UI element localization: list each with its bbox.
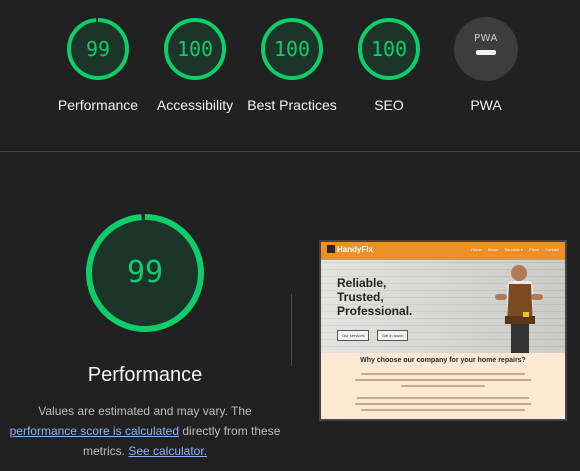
hammer-icon	[327, 245, 335, 253]
gauge-score: 100	[273, 37, 311, 61]
pwa-badge-text: PWA	[474, 33, 498, 44]
gauge-accessibility[interactable]: 100 Accessibility	[145, 8, 245, 115]
text-line	[401, 385, 485, 387]
gauge-label: Accessibility	[156, 97, 234, 113]
gauge-performance[interactable]: 99 Performance	[48, 8, 148, 115]
gauge-ring: 100	[260, 17, 324, 81]
gauge-ring: 100	[357, 17, 421, 81]
gauge-ring: 99	[66, 17, 130, 81]
gauge-label: PWA	[470, 97, 502, 113]
site-nav-link: About	[487, 247, 499, 252]
pwa-badge-icon: PWA	[454, 17, 518, 81]
hero-buttons: Our services Get in touch	[337, 324, 411, 342]
site-body: Why choose our company for your home rep…	[321, 353, 565, 419]
performance-gauge: 99	[85, 213, 205, 333]
hero-line: Professional.	[337, 304, 413, 318]
gauge-best-practices[interactable]: 100 Best Practices	[242, 8, 342, 115]
desc-text: Values are estimated and may vary. The	[38, 404, 252, 418]
gauge-score: 99	[85, 37, 111, 61]
gauge-label: Best Practices	[247, 97, 337, 113]
worker-image	[495, 265, 543, 353]
site-nav-link: Home	[471, 247, 482, 252]
site-logo: HandyFix	[327, 245, 373, 254]
gauge-ring: PWA	[454, 17, 518, 81]
section-divider	[0, 151, 580, 152]
gauge-seo[interactable]: 100 SEO	[339, 8, 439, 115]
text-line	[355, 403, 531, 405]
text-line	[357, 397, 529, 399]
final-screenshot-thumbnail[interactable]: HandyFix Home About Services ▾ Plans Con…	[319, 240, 567, 421]
dash-icon	[476, 50, 496, 55]
site-logo-text: HandyFix	[337, 245, 374, 254]
gauge-score: 100	[176, 37, 214, 61]
text-line	[361, 409, 525, 411]
performance-description: Values are estimated and may vary. The p…	[0, 401, 290, 461]
gauge-label: SEO	[374, 97, 404, 113]
site-nav-link: Services ▾	[504, 247, 523, 252]
see-calculator-link[interactable]: See calculator.	[128, 444, 207, 458]
hero-button: Our services	[337, 330, 370, 341]
performance-score: 99	[126, 255, 164, 290]
performance-title: Performance	[87, 364, 203, 386]
gauge-ring: 100	[163, 17, 227, 81]
site-nav-links: Home About Services ▾ Plans Contact	[466, 247, 559, 252]
site-navbar: HandyFix Home About Services ▾ Plans Con…	[321, 242, 565, 260]
hero-line: Reliable,	[337, 276, 387, 290]
hero-button: Get in touch	[376, 330, 409, 341]
site-hero: Reliable, Trusted, Professional. Our ser…	[321, 260, 565, 353]
performance-summary: 99 Performance Values are estimated and …	[0, 213, 290, 461]
text-line	[361, 373, 525, 375]
section-heading: Why choose our company for your home rep…	[360, 357, 526, 364]
category-gauges: 99 Performance 100 Accessibility 100 Bes…	[0, 0, 580, 151]
site-nav-link: Plans	[529, 247, 540, 252]
score-calculated-link[interactable]: performance score is calculated	[10, 424, 179, 438]
hero-heading: Reliable, Trusted, Professional.	[337, 276, 412, 318]
gauge-score: 100	[370, 37, 408, 61]
hero-line: Trusted,	[337, 290, 384, 304]
vertical-divider	[291, 294, 292, 366]
site-nav-link: Contact	[545, 247, 559, 252]
text-line	[355, 379, 531, 381]
gauge-label: Performance	[57, 97, 139, 113]
gauge-pwa[interactable]: PWA PWA	[436, 8, 536, 115]
